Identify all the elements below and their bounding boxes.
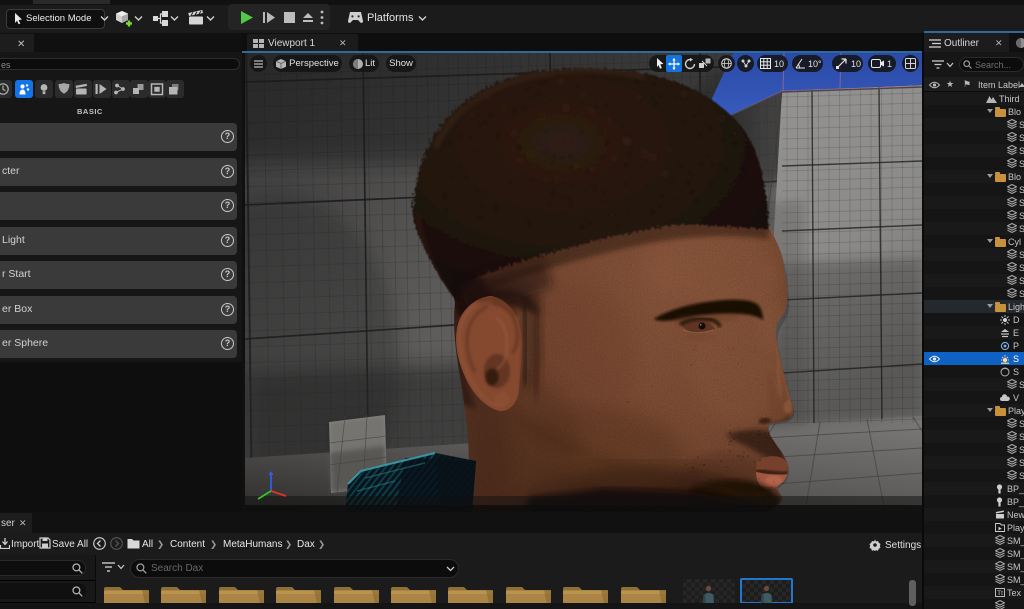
svg-text:Tt: Tt [997, 590, 1003, 597]
